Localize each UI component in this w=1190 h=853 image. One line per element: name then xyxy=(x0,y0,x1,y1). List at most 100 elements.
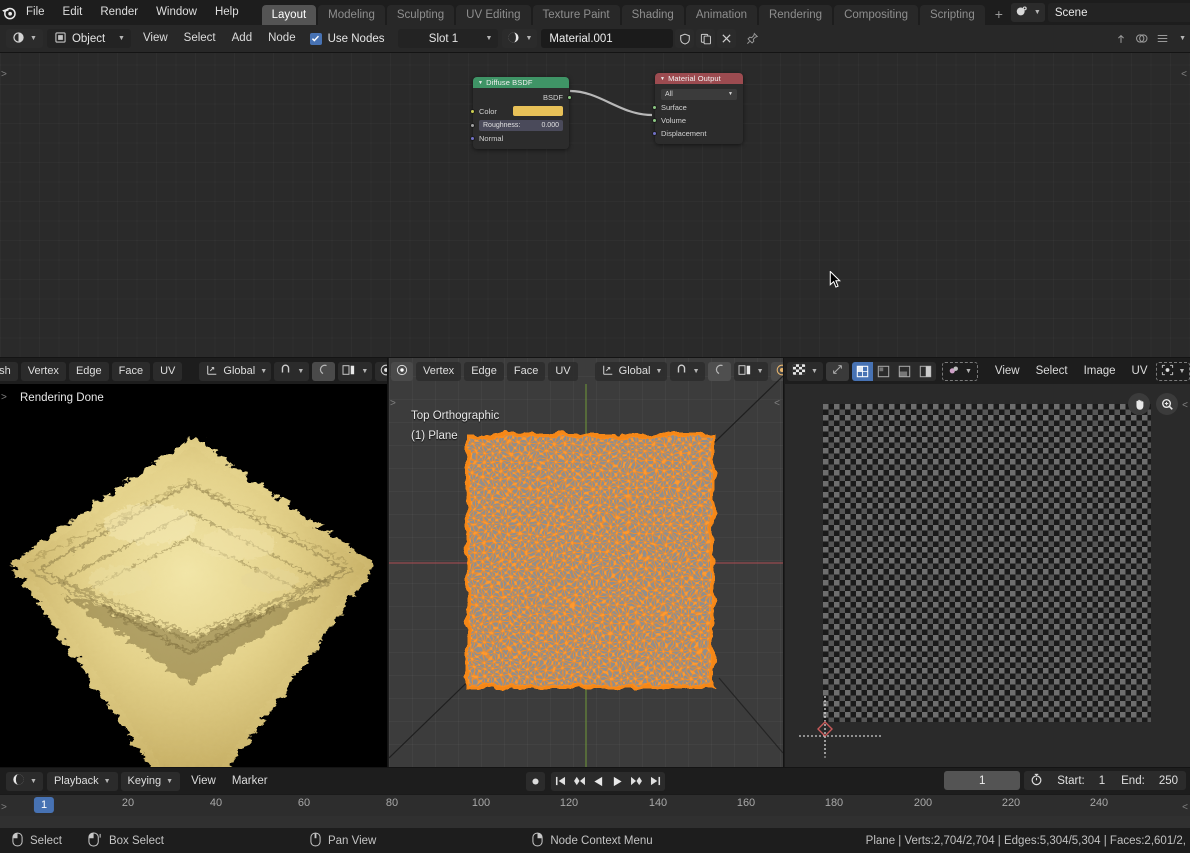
uv-editor-type-selector[interactable]: ▼ xyxy=(787,361,823,381)
timeline-menu-view[interactable]: View xyxy=(183,772,224,791)
auto-keyframe-toggle[interactable] xyxy=(1024,771,1050,790)
render-extra-toggle[interactable] xyxy=(375,361,387,381)
timeline-track-area[interactable] xyxy=(0,816,1190,828)
menu-file[interactable]: File xyxy=(17,0,54,25)
copy-icon[interactable] xyxy=(696,29,716,48)
timeline-menu-playback[interactable]: Playback ▼ xyxy=(46,771,118,791)
target-dropdown[interactable]: All ▼ xyxy=(661,88,737,100)
socket-volume-input[interactable] xyxy=(652,118,657,123)
tab-compositing[interactable]: Compositing xyxy=(834,5,918,25)
node-header-material-output[interactable]: ▼ Material Output xyxy=(655,73,743,84)
uv-editor-canvas[interactable]: < xyxy=(785,384,1190,768)
jump-to-end-icon[interactable] xyxy=(645,771,665,791)
menu-edit[interactable]: Edit xyxy=(54,0,92,25)
node-menu-add[interactable]: Add xyxy=(224,29,260,48)
hand-pan-icon[interactable] xyxy=(1128,393,1150,415)
render-mode-face[interactable]: Face xyxy=(111,361,151,381)
node-input-roughness[interactable]: Roughness: 0.000 xyxy=(470,118,569,132)
timeline-menu-keying[interactable]: Keying ▼ xyxy=(120,771,181,791)
playhead[interactable]: 1 xyxy=(33,797,55,813)
jump-to-next-keyframe-icon[interactable] xyxy=(626,771,646,791)
render-mode-vertex[interactable]: Vertex xyxy=(20,361,66,381)
tab-layout[interactable]: Layout xyxy=(261,5,317,25)
node-input-displacement[interactable]: Displacement xyxy=(652,127,743,140)
render-mode-uv[interactable]: UV xyxy=(153,361,183,381)
uv-menu-image[interactable]: Image xyxy=(1076,362,1124,381)
record-keyframe-icon[interactable] xyxy=(525,771,545,791)
socket-roughness-input[interactable] xyxy=(470,123,475,128)
uv-display-mode-view[interactable] xyxy=(851,361,873,381)
collapse-triangle-icon[interactable]: ▼ xyxy=(478,80,483,86)
x-icon[interactable] xyxy=(717,29,737,48)
divider-vertical[interactable] xyxy=(387,358,388,768)
tab-shading[interactable]: Shading xyxy=(621,5,684,25)
socket-displacement-input[interactable] xyxy=(652,131,657,136)
play-reverse-icon[interactable] xyxy=(588,771,608,791)
scene-browser-button[interactable]: ▼ xyxy=(1010,3,1045,22)
jump-to-start-icon[interactable] xyxy=(550,771,570,791)
socket-bsdf-output[interactable] xyxy=(567,95,572,100)
timeline-menu-marker[interactable]: Marker xyxy=(224,772,276,791)
menu-window[interactable]: Window xyxy=(147,0,206,25)
material-name-field[interactable]: Material.001 xyxy=(541,29,674,48)
node-menu-view[interactable]: View xyxy=(135,29,176,48)
material-browse-button[interactable]: ▼ xyxy=(502,29,538,48)
node-menu-select[interactable]: Select xyxy=(176,29,224,48)
options-icon[interactable] xyxy=(1153,29,1172,48)
frame-end-field[interactable]: End: 250 xyxy=(1113,771,1186,790)
timeline-editor-type-selector[interactable]: ▼ xyxy=(6,771,43,791)
use-nodes-toggle[interactable]: Use Nodes xyxy=(309,32,384,45)
socket-normal-input[interactable] xyxy=(470,136,475,141)
timeline-ruler[interactable]: > 1 20 40 60 80 100 120 140 160 180 200 … xyxy=(0,794,1190,816)
current-frame-field[interactable]: 1 xyxy=(944,771,1021,790)
node-editor-canvas[interactable]: > < ▼ Diffuse BSDF BSDF Color Roughness:… xyxy=(0,53,1190,358)
editor-type-selector[interactable]: ▼ xyxy=(6,29,43,48)
uv-menu-select[interactable]: Select xyxy=(1028,362,1076,381)
render-snap-toggle[interactable]: ▼ xyxy=(274,361,310,381)
node-input-normal[interactable]: Normal xyxy=(470,132,569,145)
uv-display-mode-paint[interactable] xyxy=(872,361,894,381)
uv-menu-uv[interactable]: UV xyxy=(1124,362,1156,381)
node-diffuse-bsdf[interactable]: ▼ Diffuse BSDF BSDF Color Roughness: 0.0… xyxy=(470,77,572,149)
render-preview-viewport[interactable]: > Rendering Done xyxy=(0,384,387,768)
sidebar-expand-arrow-left[interactable]: > xyxy=(1,69,7,80)
collapse-triangle-icon[interactable]: ▼ xyxy=(660,76,665,82)
viewport-sidebar-arrow-right[interactable]: < xyxy=(774,398,780,409)
tab-texture-paint[interactable]: Texture Paint xyxy=(532,5,620,25)
jump-to-prev-keyframe-icon[interactable] xyxy=(569,771,589,791)
node-input-color[interactable]: Color xyxy=(470,104,569,118)
zoom-icon[interactable] xyxy=(1156,393,1178,415)
color-swatch[interactable] xyxy=(513,106,563,116)
scene-name-field[interactable]: Scene xyxy=(1047,3,1190,22)
uv-mode-selector[interactable] xyxy=(825,361,849,381)
render-proportional-toggle[interactable] xyxy=(312,361,336,381)
viewport-sidebar-arrow-left[interactable]: > xyxy=(390,398,396,409)
uv-sidebar-arrow[interactable]: < xyxy=(1182,400,1188,411)
mesh-menu-partial[interactable]: esh xyxy=(0,361,18,381)
snap-to-node-icon[interactable] xyxy=(1111,29,1130,48)
frame-start-field[interactable]: Start: 1 xyxy=(1049,771,1114,790)
viewport-3d[interactable]: Vertex Edge Face UV Global ▼ ▼ ▼ > < Top… xyxy=(389,358,783,768)
tab-scripting[interactable]: Scripting xyxy=(919,5,985,25)
socket-surface-input[interactable] xyxy=(652,105,657,110)
tab-animation[interactable]: Animation xyxy=(685,5,757,25)
node-menu-node[interactable]: Node xyxy=(260,29,304,48)
uv-sticky-selection-selector[interactable]: ▼ xyxy=(1155,361,1190,381)
tab-modeling[interactable]: Modeling xyxy=(318,5,385,25)
node-input-volume[interactable]: Volume xyxy=(652,114,743,127)
tab-rendering[interactable]: Rendering xyxy=(758,5,833,25)
tab-sculpting[interactable]: Sculpting xyxy=(386,5,455,25)
node-input-surface[interactable]: Surface xyxy=(652,101,743,114)
node-material-output[interactable]: ▼ Material Output All ▼ Surface Volume D… xyxy=(652,73,743,144)
node-target-row[interactable]: All ▼ xyxy=(655,87,743,101)
overlays-icon[interactable] xyxy=(1132,29,1151,48)
menu-help[interactable]: Help xyxy=(206,0,248,25)
play-icon[interactable] xyxy=(607,771,627,791)
render-pivot-selector[interactable]: ▼ xyxy=(338,361,373,381)
shield-icon[interactable] xyxy=(675,29,695,48)
render-mode-edge[interactable]: Edge xyxy=(68,361,109,381)
material-slot-selector[interactable]: Slot 1 ▼ xyxy=(398,29,499,48)
roughness-slider[interactable]: Roughness: 0.000 xyxy=(479,119,563,131)
uv-menu-view[interactable]: View xyxy=(987,362,1028,381)
blender-logo-icon[interactable] xyxy=(0,0,17,25)
